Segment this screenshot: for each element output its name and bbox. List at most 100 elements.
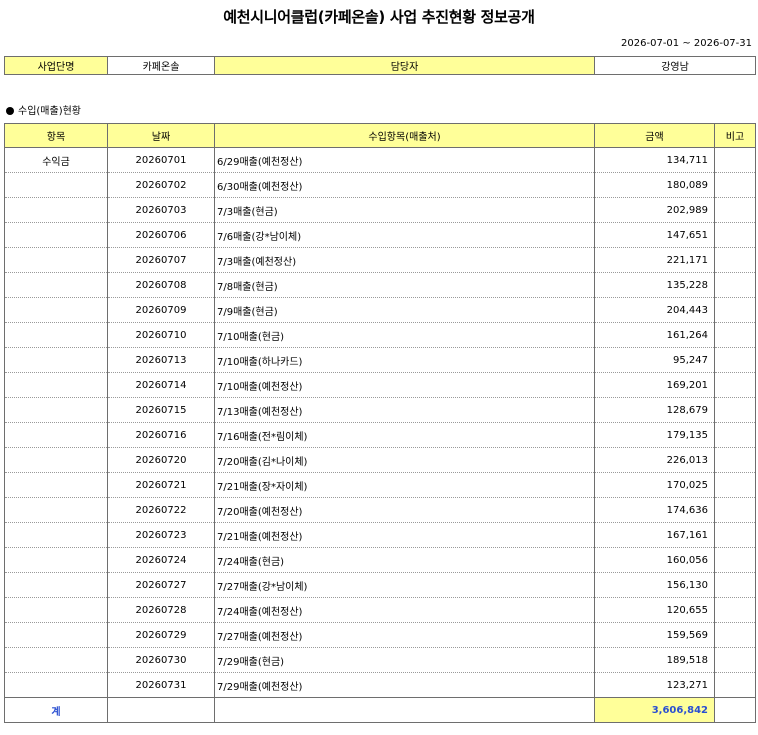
row-date: 20260709 xyxy=(107,297,215,323)
total-empty-note xyxy=(714,697,756,723)
row-date: 20260721 xyxy=(107,472,215,498)
row-category xyxy=(4,547,108,573)
row-amount: 147,651 xyxy=(594,222,715,248)
project-name-value: 카페온솔 xyxy=(107,56,215,75)
project-name-label: 사업단명 xyxy=(4,56,108,75)
table-row: 20260710 7/10매출(현금) 161,264 xyxy=(4,322,756,348)
revenue-table: 항목 날짜 수입항목(매출처) 금액 비고 수익금 20260701 6/29매출(… xyxy=(4,123,756,723)
row-amount: 120,655 xyxy=(594,597,715,623)
row-description: 7/10매출(현금) xyxy=(214,322,595,348)
row-amount: 95,247 xyxy=(594,347,715,373)
table-row: 20260708 7/8매출(현금) 135,228 xyxy=(4,272,756,298)
row-note xyxy=(714,147,756,173)
row-amount: 221,171 xyxy=(594,247,715,273)
row-date: 20260716 xyxy=(107,422,215,448)
row-category xyxy=(4,522,108,548)
row-note xyxy=(714,447,756,473)
row-amount: 170,025 xyxy=(594,472,715,498)
row-description: 7/16매출(전*림이체) xyxy=(214,422,595,448)
row-date: 20260708 xyxy=(107,272,215,298)
row-description: 7/3매출(현금) xyxy=(214,197,595,223)
row-date: 20260701 xyxy=(107,147,215,173)
row-description: 7/8매출(현금) xyxy=(214,272,595,298)
section-title: 수입(매출)현황 xyxy=(18,106,82,117)
row-note xyxy=(714,647,756,673)
row-category xyxy=(4,272,108,298)
table-row: 20260703 7/3매출(현금) 202,989 xyxy=(4,197,756,223)
row-note xyxy=(714,397,756,423)
page-title: 예천시니어클럽(카페온솔) 사업 추진현황 정보공개 xyxy=(223,8,535,26)
row-description: 7/29매출(현금) xyxy=(214,647,595,673)
row-description: 7/20매출(김*나이체) xyxy=(214,447,595,473)
row-note xyxy=(714,197,756,223)
row-amount: 123,271 xyxy=(594,672,715,698)
table-body: 수익금 20260701 6/29매출(예천정산) 134,711 20260702 6/… xyxy=(4,147,756,698)
project-info-table: 사업단명 카페온솔 담당자 강영남 xyxy=(4,56,756,75)
row-category xyxy=(4,572,108,598)
row-description: 7/24매출(예천정산) xyxy=(214,597,595,623)
table-row: 20260720 7/20매출(김*나이체) 226,013 xyxy=(4,447,756,473)
total-empty-date xyxy=(107,697,215,723)
row-date: 20260729 xyxy=(107,622,215,648)
row-category xyxy=(4,172,108,198)
row-description: 7/10매출(하나카드) xyxy=(214,347,595,373)
table-row: 20260727 7/27매출(강*남이체) 156,130 xyxy=(4,572,756,598)
row-amount: 226,013 xyxy=(594,447,715,473)
row-category xyxy=(4,472,108,498)
table-row: 수익금 20260701 6/29매출(예천정산) 134,711 xyxy=(4,147,756,173)
section-heading: 수입(매출)현황 xyxy=(6,102,81,117)
row-date: 20260723 xyxy=(107,522,215,548)
row-date: 20260730 xyxy=(107,647,215,673)
total-empty-source xyxy=(214,697,595,723)
table-row: 20260731 7/29매출(예천정산) 123,271 xyxy=(4,672,756,698)
row-date: 20260722 xyxy=(107,497,215,523)
row-category xyxy=(4,497,108,523)
table-row: 20260728 7/24매출(예천정산) 120,655 xyxy=(4,597,756,623)
table-row: 20260724 7/24매출(현금) 160,056 xyxy=(4,547,756,573)
row-category xyxy=(4,447,108,473)
row-note xyxy=(714,622,756,648)
row-amount: 179,135 xyxy=(594,422,715,448)
row-date: 20260715 xyxy=(107,397,215,423)
header-item: 항목 xyxy=(4,123,108,148)
row-category xyxy=(4,397,108,423)
row-note xyxy=(714,272,756,298)
row-date: 20260703 xyxy=(107,197,215,223)
row-description: 7/24매출(현금) xyxy=(214,547,595,573)
row-date: 20260731 xyxy=(107,672,215,698)
row-note xyxy=(714,522,756,548)
header-amount: 금액 xyxy=(594,123,715,148)
manager-value: 강영남 xyxy=(594,56,756,75)
row-category xyxy=(4,222,108,248)
row-category xyxy=(4,422,108,448)
header-date: 날짜 xyxy=(107,123,215,148)
row-description: 7/13매출(예천정산) xyxy=(214,397,595,423)
row-description: 7/21매출(장*자이체) xyxy=(214,472,595,498)
row-date: 20260724 xyxy=(107,547,215,573)
total-amount: 3,606,842 xyxy=(594,697,715,723)
row-description: 7/10매출(예천정산) xyxy=(214,372,595,398)
row-description: 7/29매출(예천정산) xyxy=(214,672,595,698)
header-note: 비고 xyxy=(714,123,756,148)
row-category xyxy=(4,597,108,623)
total-label: 계 xyxy=(4,697,108,723)
row-amount: 189,518 xyxy=(594,647,715,673)
row-note xyxy=(714,472,756,498)
table-row: 20260722 7/20매출(예천정산) 174,636 xyxy=(4,497,756,523)
row-description: 7/6매출(강*남이체) xyxy=(214,222,595,248)
manager-label: 담당자 xyxy=(214,56,595,75)
row-amount: 174,636 xyxy=(594,497,715,523)
row-date: 20260702 xyxy=(107,172,215,198)
row-amount: 159,569 xyxy=(594,622,715,648)
row-date: 20260707 xyxy=(107,247,215,273)
row-category xyxy=(4,197,108,223)
row-note xyxy=(714,597,756,623)
row-amount: 204,443 xyxy=(594,297,715,323)
row-description: 7/27매출(강*남이체) xyxy=(214,572,595,598)
row-amount: 161,264 xyxy=(594,322,715,348)
row-amount: 202,989 xyxy=(594,197,715,223)
row-amount: 135,228 xyxy=(594,272,715,298)
table-row: 20260729 7/27매출(예천정산) 159,569 xyxy=(4,622,756,648)
row-description: 7/9매출(현금) xyxy=(214,297,595,323)
total-row: 계 3,606,842 xyxy=(4,697,756,723)
